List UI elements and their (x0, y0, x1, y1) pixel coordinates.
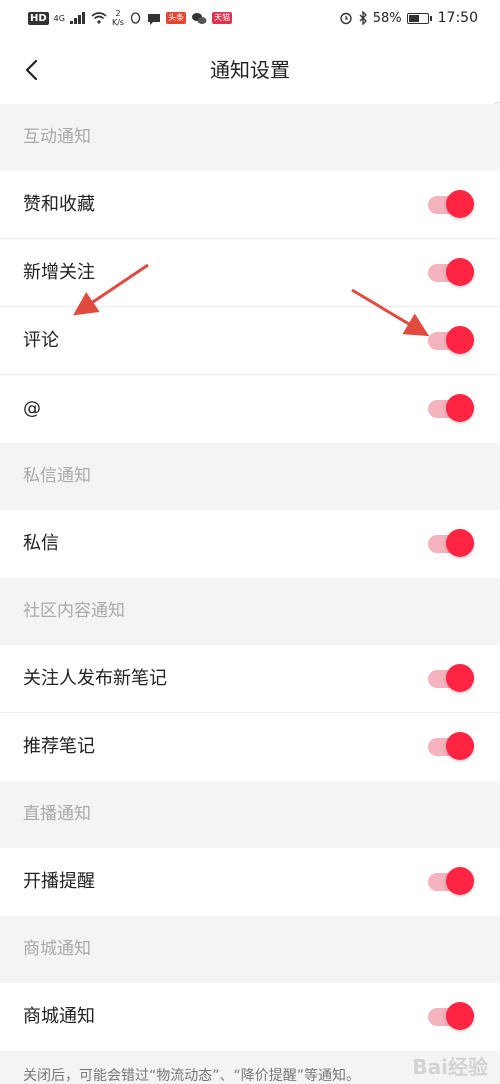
notification-toggle[interactable] (428, 394, 474, 422)
tmall-badge: 天猫 (212, 12, 233, 24)
qq-icon (130, 11, 141, 24)
settings-row-label: @ (23, 398, 41, 419)
status-bar-left: HD 4G 2 K/s 头条 天猫 (28, 9, 233, 27)
status-bar-right: 58% 17:50 (339, 10, 478, 26)
screen: HD 4G 2 K/s 头条 天猫 58% 17:50 通知设置 互动通知 赞和… (0, 0, 500, 1084)
nav-bar: 通知设置 (0, 36, 500, 294)
settings-list: 互动通知赞和收藏新增关注评论 @ 私信通知私信社区内容通知关注人发布新笔记 推荐笔记直… (0, 104, 500, 1084)
notification-toggle[interactable] (428, 732, 474, 760)
settings-row-label: 推荐笔记 (23, 736, 95, 757)
section-header: 社区内容通知 (0, 578, 500, 645)
section-header: 互动通知 (0, 104, 500, 171)
settings-row-label: 评论 (23, 330, 59, 351)
status-bar: HD 4G 2 K/s 头条 天猫 58% 17:50 (0, 0, 500, 36)
signal-icon (69, 12, 85, 24)
settings-row-label: 赞和收藏 (23, 194, 95, 215)
section-header: 直播通知 (0, 781, 500, 848)
battery-percent: 58% (372, 10, 402, 26)
toggle-knob (446, 732, 474, 760)
network-speed: 2 K/s (112, 9, 124, 27)
section-header: 私信通知 (0, 443, 500, 510)
toggle-knob (446, 664, 474, 692)
notification-toggle[interactable] (428, 258, 474, 286)
wechat-icon (192, 12, 207, 24)
settings-row: 关注人发布新笔记 (0, 645, 500, 713)
watermark-logo: Bai经验 (412, 1055, 488, 1079)
bluetooth-icon (359, 11, 367, 25)
toutiao-badge: 头条 (166, 12, 187, 24)
toggle-knob (446, 867, 474, 895)
notification-toggle[interactable] (428, 529, 474, 557)
speed-unit: K/s (111, 18, 125, 27)
notification-toggle[interactable] (428, 190, 474, 218)
toggle-knob (446, 529, 474, 557)
toggle-knob (446, 258, 474, 286)
network-type: 4G (53, 13, 65, 23)
toggle-knob (446, 394, 474, 422)
page-title: 通知设置 (210, 58, 290, 82)
notification-toggle[interactable] (428, 867, 474, 895)
settings-row-label: 私信 (23, 533, 59, 554)
settings-row: 开播提醒 (0, 848, 500, 916)
settings-row: @ (0, 375, 500, 443)
settings-row: 赞和收藏 (0, 171, 500, 239)
settings-row-label: 商城通知 (23, 1006, 95, 1027)
speed-value: 2 (115, 9, 121, 18)
toggle-knob (446, 190, 474, 218)
notification-toggle[interactable] (428, 326, 474, 354)
settings-row-label: 关注人发布新笔记 (23, 668, 167, 689)
alarm-icon (340, 12, 352, 25)
settings-row: 评论 (0, 307, 500, 375)
settings-row: 新增关注 (0, 239, 500, 307)
message-icon (148, 13, 161, 25)
hd-indicator: HD (28, 11, 49, 25)
notification-toggle[interactable] (428, 1002, 474, 1030)
clock: 17:50 (437, 10, 478, 26)
settings-row: 商城通知 (0, 983, 500, 1051)
settings-row: 私信 (0, 510, 500, 578)
section-header: 商城通知 (0, 916, 500, 983)
battery-icon (406, 12, 432, 24)
wifi-icon (91, 12, 107, 24)
toggle-knob (446, 1002, 474, 1030)
battery-fill (408, 14, 419, 22)
toggle-knob (446, 326, 474, 354)
settings-row: 推荐笔记 (0, 713, 500, 781)
notification-toggle[interactable] (428, 664, 474, 692)
settings-row-label: 新增关注 (23, 262, 95, 283)
settings-row-label: 开播提醒 (23, 871, 95, 892)
